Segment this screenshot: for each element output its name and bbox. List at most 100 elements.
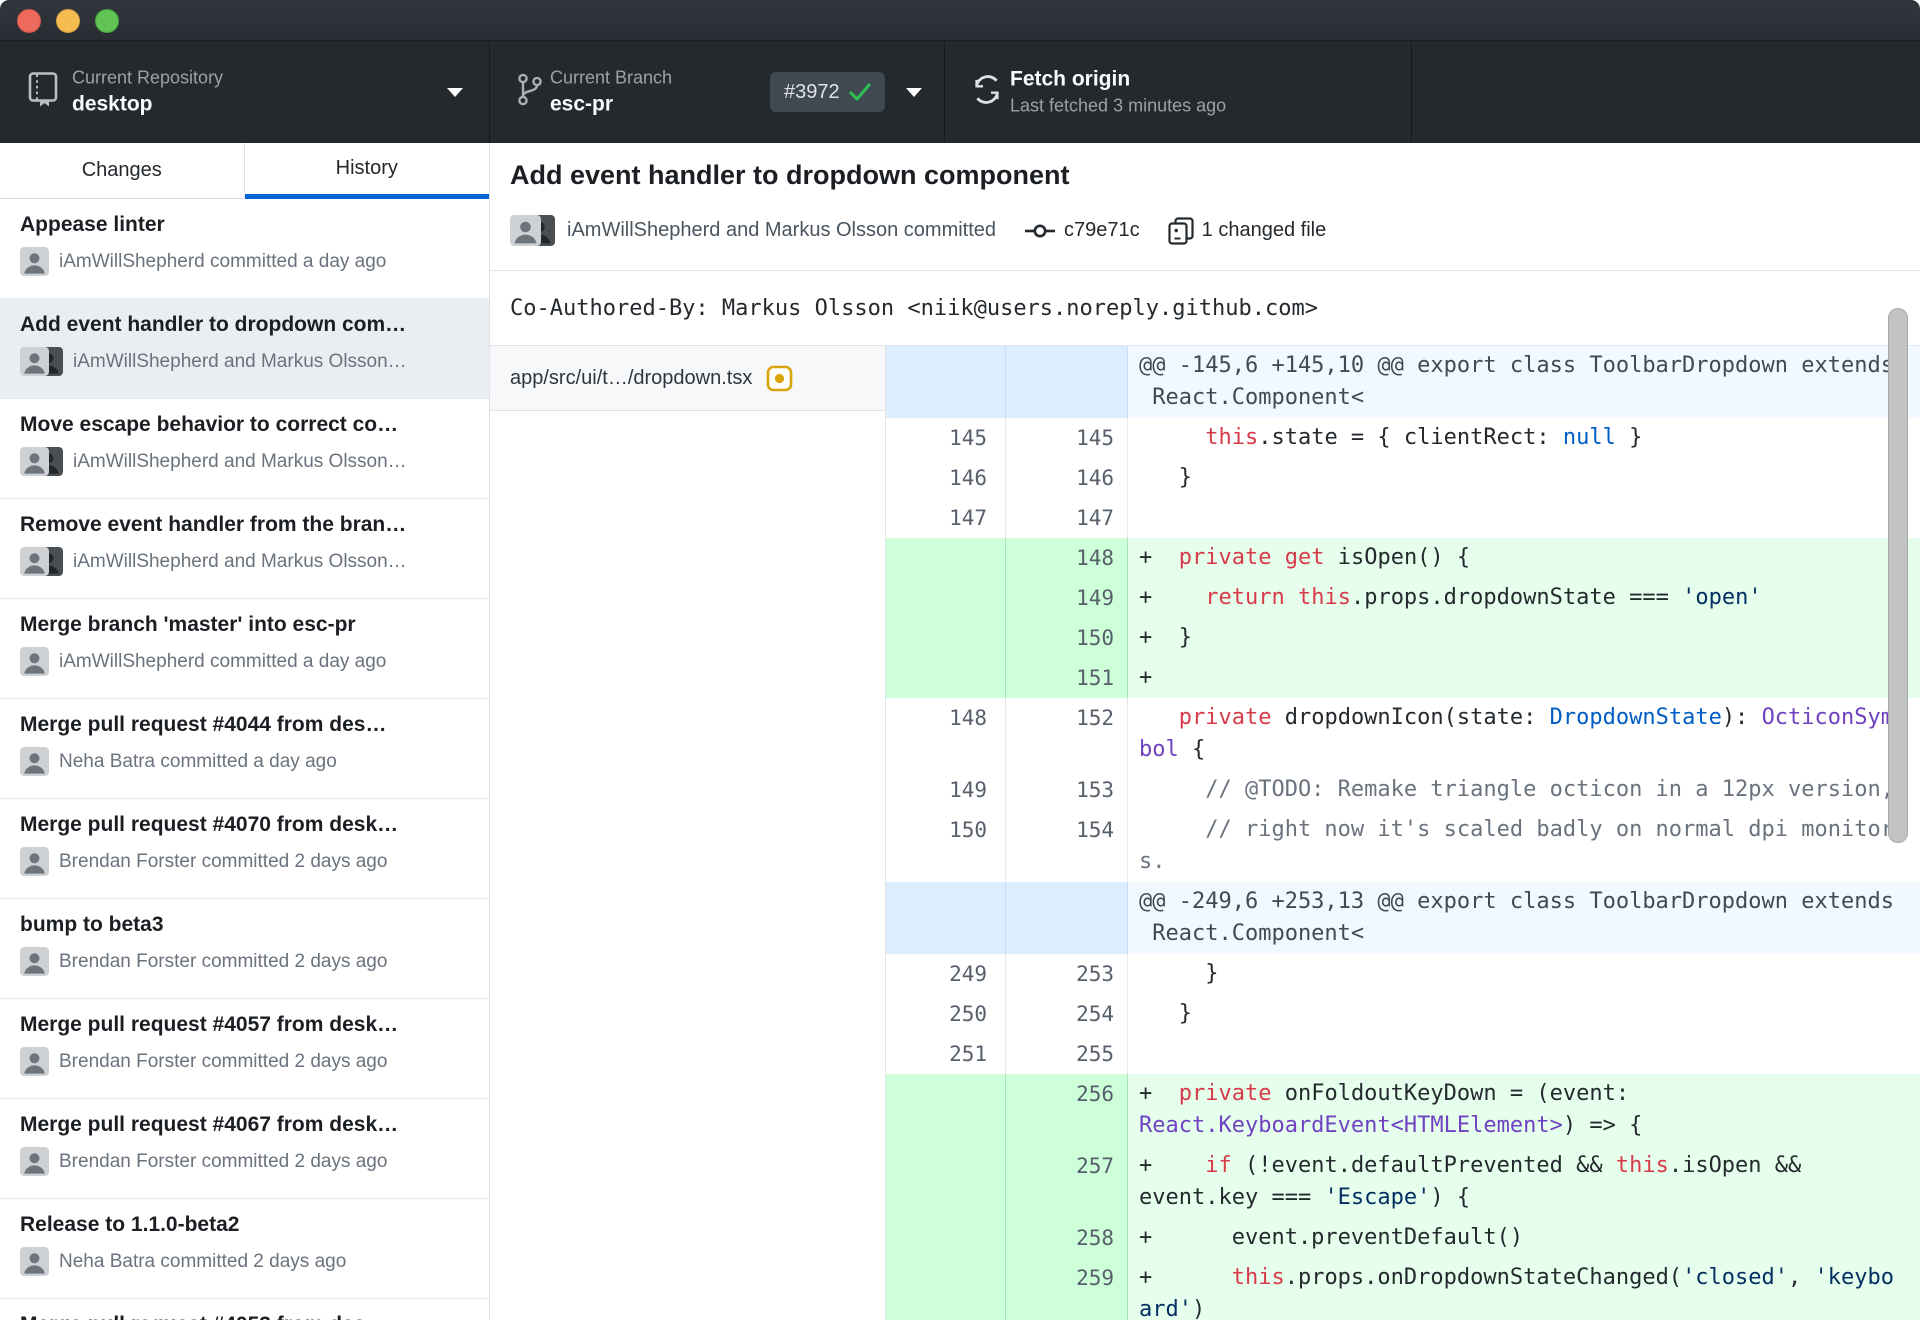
diff-row: 257 + if (!event.defaultPrevented && this…: [886, 1146, 1920, 1218]
diff-pane: @@ -145,6 +145,10 @@ export class Toolba…: [886, 346, 1920, 1320]
code-line-content: [1128, 498, 1920, 538]
code-line-content: }: [1139, 465, 1192, 490]
commit-meta: Neha Batra committed a day ago: [59, 750, 337, 772]
commit-list-item[interactable]: Merge pull request #4044 from des… Neha B…: [0, 699, 489, 799]
commit-meta-row: iAmWillShepherd and Markus Olsson…: [20, 347, 473, 376]
code-line-content: + this.props.onDropdownStateChanged('clo…: [1139, 1265, 1895, 1320]
old-line-number: 146: [886, 458, 1006, 498]
branch-text: Current Branch esc-pr: [550, 68, 672, 117]
avatar: [20, 347, 49, 376]
avatar: [20, 1147, 49, 1176]
sync-icon: [971, 74, 1003, 111]
code-line-content: + }: [1139, 625, 1192, 650]
code-line-content: this.state = { clientRect: null }: [1205, 425, 1643, 450]
avatar: [20, 647, 49, 676]
zoom-window-button[interactable]: [95, 9, 119, 33]
github-desktop-window: { "toolbar": { "repository": { "label": …: [0, 0, 1920, 1320]
old-line-number: 249: [886, 954, 1006, 994]
code-line-content: }: [1139, 961, 1219, 986]
commit-meta-row: iAmWillShepherd committed a day ago: [20, 247, 473, 276]
changed-file-row[interactable]: app/src/ui/t…/dropdown.tsx: [490, 346, 885, 411]
commit-title: Merge pull request #4070 from desk…: [20, 813, 399, 836]
diff-row: 256 + private onFoldoutKeyDown = (event: R…: [886, 1074, 1920, 1146]
code-line-content: + private get isOpen() {: [1139, 545, 1471, 570]
commit-title: Add event handler to dropdown com…: [20, 313, 407, 336]
diff-row: 149 + return this.props.dropdownState ===…: [886, 578, 1920, 618]
old-line-number: 147: [886, 498, 1006, 538]
commit-summary-title: Add event handler to dropdown component: [510, 160, 1070, 190]
new-line-number: 152: [1006, 698, 1128, 770]
avatar: [20, 447, 63, 476]
tab-changes[interactable]: Changes: [0, 143, 245, 199]
avatar: [20, 747, 49, 776]
code-line-content: private dropdownIcon(state: DropdownStat…: [1139, 705, 1895, 762]
commit-meta-row: Brendan Forster committed 2 days ago: [20, 1147, 473, 1176]
new-line-number: 148: [1006, 538, 1128, 578]
commit-meta: Brendan Forster committed 2 days ago: [59, 1050, 388, 1072]
commit-list-item[interactable]: Merge pull request #4070 from desk… Brend…: [0, 799, 489, 899]
diff-row: 146 146 }: [886, 458, 1920, 498]
tab-history[interactable]: History: [244, 143, 489, 199]
commit-meta-row: Brendan Forster committed 2 days ago: [20, 847, 473, 876]
new-line-number: 149: [1006, 578, 1128, 618]
commit-title: Merge pull request #4053 from des…: [20, 1313, 473, 1320]
current-branch-button[interactable]: Current Branch esc-pr #3972: [490, 41, 945, 143]
close-window-button[interactable]: [17, 9, 41, 33]
fetch-origin-button[interactable]: Fetch origin Last fetched 3 minutes ago: [945, 41, 1412, 143]
diff-icon: [1168, 216, 1194, 245]
commit-meta-row: Brendan Forster committed 2 days ago: [20, 1047, 473, 1076]
commit-list-item[interactable]: Merge pull request #4067 from desk… Brend…: [0, 1099, 489, 1199]
check-icon: [849, 83, 871, 101]
old-line-number: 145: [886, 418, 1006, 458]
commit-meta: Neha Batra committed 2 days ago: [59, 1250, 347, 1272]
diff-row: 145 145 this.state = { clientRect: null }: [886, 418, 1920, 458]
old-line-number: [886, 882, 1006, 954]
commit-list-item[interactable]: Merge pull request #4053 from des…: [0, 1299, 489, 1320]
commit-meta-row: iAmWillShepherd and Markus Olsson…: [20, 547, 473, 576]
commit-list-item[interactable]: Release to 1.1.0-beta2 Neha Batra committ…: [0, 1199, 489, 1299]
commit-list-item[interactable]: bump to beta3 Brendan Forster committed 2…: [0, 899, 489, 999]
old-line-number: 148: [886, 698, 1006, 770]
vertical-scrollbar-thumb[interactable]: [1888, 308, 1908, 843]
commit-list-item[interactable]: Remove event handler from the bran… iAmWi…: [0, 499, 489, 599]
commit-list-item[interactable]: Merge pull request #4057 from desk… Brend…: [0, 999, 489, 1099]
commit-title: Merge pull request #4044 from des…: [20, 713, 387, 736]
commit-meta-row: iAmWillShepherd and Markus Olsson commit…: [510, 215, 1326, 246]
commit-list-item[interactable]: Add event handler to dropdown com… iAmWil…: [0, 299, 489, 399]
new-line-number: 151: [1006, 658, 1128, 698]
commit-meta: iAmWillShepherd and Markus Olsson…: [73, 550, 407, 572]
modified-file-icon: [766, 365, 793, 392]
branch-icon: [516, 71, 544, 114]
fetch-title: Fetch origin: [1010, 67, 1131, 91]
avatar: [20, 647, 49, 676]
diff-row: @@ -249,6 +253,13 @@ export class Toolba…: [886, 882, 1920, 954]
commit-title: Merge pull request #4057 from desk…: [20, 1013, 399, 1036]
commit-title: bump to beta3: [20, 913, 164, 936]
commit-list-item[interactable]: Merge branch 'master' into esc-pr iAmWill…: [0, 599, 489, 699]
commit-meta: iAmWillShepherd and Markus Olsson…: [73, 350, 407, 372]
repository-name: desktop: [72, 92, 153, 116]
diff-row: 150 + }: [886, 618, 1920, 658]
code-line-content: // right now it's scaled badly on normal…: [1139, 817, 1894, 874]
branch-label: Current Branch: [550, 67, 673, 88]
chevron-down-icon: [447, 88, 463, 97]
avatar: [20, 747, 49, 776]
avatar: [20, 1047, 49, 1076]
diff-row: 147 147: [886, 498, 1920, 538]
commit-list-item[interactable]: Appease linter iAmWillShepherd committed …: [0, 199, 489, 299]
commit-title: Appease linter: [20, 213, 165, 236]
code-line-content: +: [1139, 665, 1153, 690]
commit-message-body: Co-Authored-By: Markus Olsson <niik@user…: [510, 295, 1318, 321]
commit-list-item[interactable]: Move escape behavior to correct co… iAmWi…: [0, 399, 489, 499]
new-line-number: 145: [1006, 418, 1128, 458]
minimize-window-button[interactable]: [56, 9, 80, 33]
current-repository-button[interactable]: Current Repository desktop: [0, 41, 490, 143]
commit-meta: iAmWillShepherd committed a day ago: [59, 250, 387, 272]
code-line-content: }: [1139, 1001, 1192, 1026]
avatar: [20, 1247, 49, 1276]
old-line-number: 149: [886, 770, 1006, 810]
commit-meta-row: Neha Batra committed a day ago: [20, 747, 473, 776]
old-line-number: [886, 1218, 1006, 1258]
new-line-number: 255: [1006, 1034, 1128, 1074]
avatar: [20, 1147, 49, 1176]
